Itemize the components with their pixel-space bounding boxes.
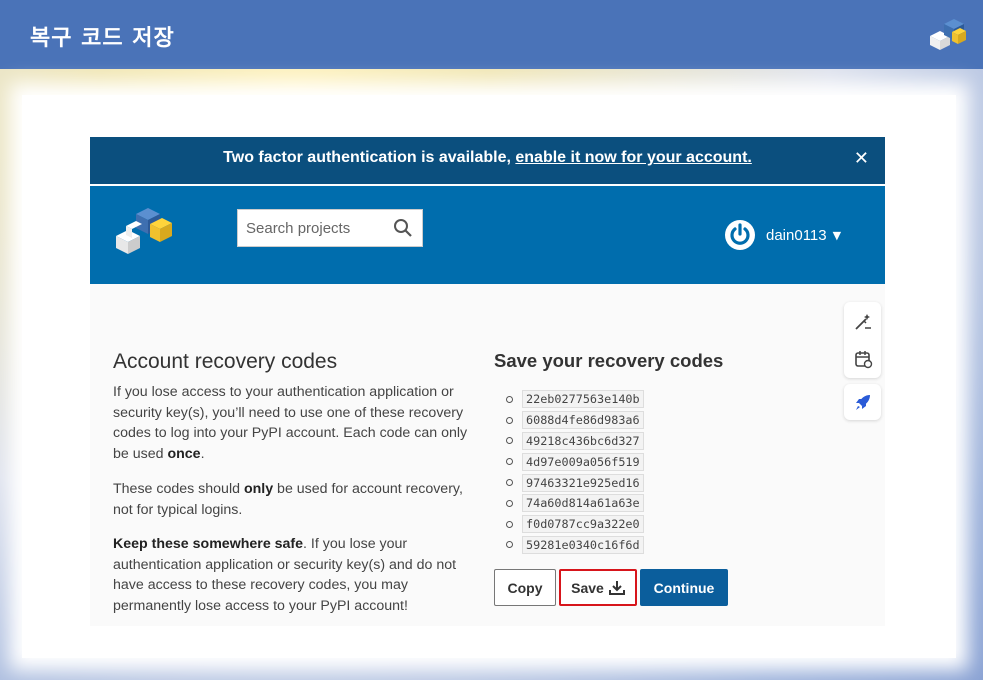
site-header: dain0113 ▼	[90, 186, 885, 284]
continue-button[interactable]: Continue	[640, 569, 728, 606]
bullet	[506, 541, 513, 549]
info-paragraph-2: These codes should only be used for acco…	[113, 479, 483, 520]
list-item: 59281e0340c16f6d	[506, 535, 644, 556]
recovery-code: 22eb0277563e140b	[522, 390, 644, 409]
floating-toolbar	[844, 302, 881, 420]
recovery-code: 49218c436bc6d327	[522, 431, 644, 450]
list-item: 97463321e925ed16	[506, 472, 644, 493]
username: dain0113	[766, 226, 827, 244]
download-icon	[608, 580, 625, 595]
save-button-label: Save	[571, 579, 604, 596]
info-paragraph-1: If you lose access to your authenticatio…	[113, 382, 483, 464]
recovery-code: 59281e0340c16f6d	[522, 535, 644, 554]
p2-bold: only	[243, 481, 274, 497]
recovery-code: 74a60d814a61a63e	[522, 494, 644, 513]
chevron-down-icon: ▼	[832, 228, 842, 242]
close-icon[interactable]: ✕	[854, 148, 869, 169]
power-icon	[730, 223, 750, 245]
recovery-code: 97463321e925ed16	[522, 473, 644, 492]
rocket-icon[interactable]	[853, 392, 873, 412]
calendar-edit-icon[interactable]	[853, 349, 873, 369]
recovery-code: f0d0787cc9a322e0	[522, 515, 644, 534]
site-logo-icon[interactable]	[112, 200, 176, 256]
outer-header: 복구 코드 저장	[0, 0, 983, 69]
list-item: 49218c436bc6d327	[506, 431, 644, 452]
page-title: Account recovery codes	[113, 350, 338, 373]
codes-title: Save your recovery codes	[494, 350, 724, 371]
continue-button-label: Continue	[653, 579, 715, 596]
list-item: 6088d4fe86d983a6	[506, 410, 644, 431]
avatar	[725, 220, 755, 250]
bullet	[506, 458, 513, 466]
search-box	[237, 209, 423, 247]
recovery-code: 4d97e009a056f519	[522, 452, 644, 471]
search-input[interactable]	[238, 210, 388, 246]
copy-button[interactable]: Copy	[494, 569, 556, 606]
save-button[interactable]: Save	[559, 569, 637, 606]
list-item: 4d97e009a056f519	[506, 451, 644, 472]
bullet	[506, 416, 513, 424]
banner-text: Two factor authentication is available, …	[90, 149, 885, 167]
bullet	[506, 479, 513, 487]
bullet	[506, 395, 513, 403]
outer-title: 복구 코드 저장	[30, 26, 175, 51]
bullet	[506, 437, 513, 445]
pypi-logo-icon	[930, 19, 966, 50]
recovery-code: 6088d4fe86d983a6	[522, 411, 644, 430]
copy-button-label: Copy	[507, 579, 543, 596]
tool-group-2	[844, 384, 881, 420]
list-item: f0d0787cc9a322e0	[506, 514, 644, 535]
magic-wand-icon[interactable]	[853, 312, 873, 332]
p1-end: .	[200, 445, 205, 462]
two-factor-banner: Two factor authentication is available, …	[90, 137, 885, 184]
search-icon[interactable]	[393, 218, 413, 238]
p3-bold: Keep these somewhere safe	[113, 536, 304, 552]
bullet	[506, 520, 513, 528]
recovery-codes-list: 22eb0277563e140b 6088d4fe86d983a6 49218c…	[506, 389, 644, 555]
p1-bold: once	[167, 445, 201, 462]
banner-text-prefix: Two factor authentication is available,	[223, 149, 516, 166]
list-item: 22eb0277563e140b	[506, 389, 644, 410]
user-menu[interactable]: dain0113 ▼	[725, 219, 841, 251]
tool-group	[844, 302, 881, 378]
info-paragraph-3: Keep these somewhere safe. If you lose y…	[113, 534, 483, 616]
p2-text: These codes should	[113, 481, 244, 497]
enable-2fa-link[interactable]: enable it now for your account.	[515, 149, 751, 166]
list-item: 74a60d814a61a63e	[506, 493, 644, 514]
bullet	[506, 499, 513, 507]
